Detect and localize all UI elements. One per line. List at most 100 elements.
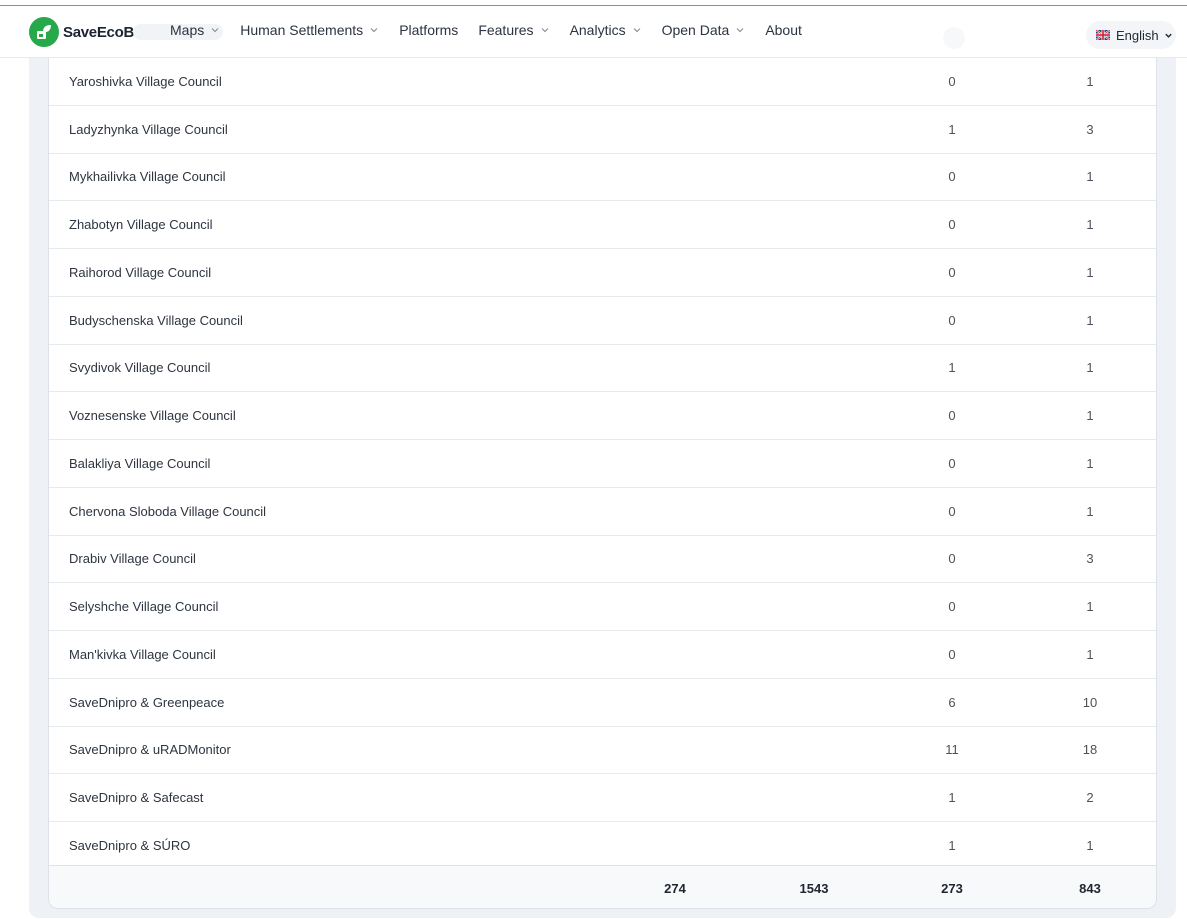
nav-platforms-label: Platforms — [399, 22, 459, 38]
row-col3: 0 — [948, 217, 956, 233]
row-col4: 1 — [1086, 360, 1094, 376]
row-col4: 1 — [1086, 455, 1094, 471]
language-selector[interactable]: English — [1086, 21, 1176, 49]
row-col3: 0 — [948, 503, 956, 519]
total-col1: 274 — [664, 881, 686, 896]
brand-logo[interactable]: SaveEcoBot — [29, 17, 148, 47]
top-navbar: SaveEcoBot Maps Human Settlements Platfo… — [0, 6, 1187, 58]
row-name[interactable]: Budyschenska Village Council — [69, 313, 243, 328]
total-col4: 843 — [1079, 881, 1101, 896]
nav-analytics[interactable]: Analytics — [570, 22, 642, 38]
nav-open-data-label: Open Data — [661, 22, 730, 38]
table-row: Balakliya Village Council 0 1 — [49, 440, 1156, 488]
table-row: SaveDnipro & Greenpeace 6 10 — [49, 679, 1156, 727]
nav-about-label: About — [765, 22, 802, 38]
table-body: Yaroshivka Village Council 0 1 Ladyzhynka V… — [49, 58, 1156, 870]
chevron-down-icon — [370, 28, 378, 33]
row-name[interactable]: SaveDnipro & uRADMonitor — [69, 742, 231, 757]
table-row: SaveDnipro & uRADMonitor 11 18 — [49, 727, 1156, 775]
table-row: Ladyzhynka Village Council 1 3 — [49, 106, 1156, 154]
row-col3: 1 — [948, 790, 956, 806]
table-row: Drabiv Village Council 0 3 — [49, 536, 1156, 584]
row-col3: 0 — [948, 646, 956, 662]
table-row: Svydivok Village Council 1 1 — [49, 345, 1156, 393]
table-row: Chervona Sloboda Village Council 0 1 — [49, 488, 1156, 536]
row-col3: 0 — [948, 169, 956, 185]
row-name[interactable]: Man'kivka Village Council — [69, 647, 216, 662]
table-row: SaveDnipro & SÚRO 1 1 — [49, 822, 1156, 870]
nav-about[interactable]: About — [765, 22, 802, 38]
row-name[interactable]: Raihorod Village Council — [69, 265, 211, 280]
row-col3: 1 — [948, 121, 956, 137]
row-name[interactable]: Drabiv Village Council — [69, 551, 196, 566]
chevron-down-icon — [1164, 33, 1172, 38]
row-col3: 0 — [948, 312, 956, 328]
table-row: Yaroshivka Village Council 0 1 — [49, 58, 1156, 106]
chevron-down-icon — [633, 28, 641, 33]
row-col4: 1 — [1086, 169, 1094, 185]
row-col4: 1 — [1086, 837, 1094, 853]
row-name[interactable]: SaveDnipro & Greenpeace — [69, 695, 224, 710]
faded-circle-button — [943, 27, 965, 49]
row-name[interactable]: Svydivok Village Council — [69, 360, 210, 375]
chevron-down-icon — [211, 28, 219, 33]
row-col4: 1 — [1086, 408, 1094, 424]
table-row: Zhabotyn Village Council 0 1 — [49, 201, 1156, 249]
row-name[interactable]: SaveDnipro & SÚRO — [69, 838, 190, 853]
row-col4: 1 — [1086, 503, 1094, 519]
row-name[interactable]: Mykhailivka Village Council — [69, 169, 226, 184]
table-row: SaveDnipro & Safecast 1 2 — [49, 774, 1156, 822]
total-col3: 273 — [941, 881, 963, 896]
row-col4: 18 — [1082, 742, 1098, 758]
row-col3: 0 — [948, 551, 956, 567]
row-name[interactable]: Yaroshivka Village Council — [69, 74, 222, 89]
uk-flag-icon — [1096, 30, 1110, 40]
row-col3: 0 — [948, 73, 956, 89]
row-col3: 1 — [948, 837, 956, 853]
row-col3: 11 — [945, 742, 959, 758]
row-col4: 1 — [1086, 312, 1094, 328]
row-col4: 1 — [1086, 73, 1094, 89]
nav-open-data[interactable]: Open Data — [662, 22, 746, 38]
row-col3: 1 — [948, 360, 956, 376]
table-row: Voznesenske Village Council 0 1 — [49, 392, 1156, 440]
chevron-down-icon — [541, 28, 548, 33]
row-name[interactable]: SaveDnipro & Safecast — [69, 790, 203, 805]
table-row: Selyshche Village Council 0 1 — [49, 583, 1156, 631]
nav-human-settlements-label: Human Settlements — [240, 22, 364, 38]
row-name[interactable]: Ladyzhynka Village Council — [69, 122, 228, 137]
table-row: Raihorod Village Council 0 1 — [49, 249, 1156, 297]
nav-platforms[interactable]: Platforms — [399, 22, 458, 38]
row-col4: 3 — [1086, 551, 1094, 567]
total-col2: 1543 — [799, 881, 829, 896]
nav-maps[interactable]: Maps — [170, 22, 220, 38]
chevron-down-icon — [736, 28, 744, 33]
row-col4: 3 — [1086, 121, 1094, 137]
table-row: Man'kivka Village Council 0 1 — [49, 631, 1156, 679]
row-col4: 10 — [1082, 694, 1098, 710]
leaf-logo-icon — [29, 17, 59, 47]
main-menu: Maps Human Settlements Platforms Feature… — [170, 22, 822, 38]
row-name[interactable]: Chervona Sloboda Village Council — [69, 504, 266, 519]
row-col4: 1 — [1086, 646, 1094, 662]
row-name[interactable]: Selyshche Village Council — [69, 599, 218, 614]
nav-analytics-label: Analytics — [569, 22, 626, 38]
nav-maps-label: Maps — [170, 22, 205, 38]
row-col3: 0 — [948, 408, 956, 424]
row-col4: 1 — [1086, 217, 1094, 233]
row-col3: 0 — [948, 264, 956, 280]
row-col4: 1 — [1086, 599, 1094, 615]
nav-features[interactable]: Features — [478, 22, 549, 38]
table-footer-totals: 274 1543 273 843 — [49, 865, 1156, 908]
settlements-table: Yaroshivka Village Council 0 1 Ladyzhynka V… — [48, 58, 1157, 909]
nav-human-settlements[interactable]: Human Settlements — [240, 22, 379, 38]
row-col3: 0 — [948, 599, 956, 615]
table-row: Mykhailivka Village Council 0 1 — [49, 154, 1156, 202]
row-name[interactable]: Balakliya Village Council — [69, 456, 210, 471]
row-col4: 1 — [1086, 264, 1094, 280]
table-row: Budyschenska Village Council 0 1 — [49, 297, 1156, 345]
row-name[interactable]: Zhabotyn Village Council — [69, 217, 213, 232]
row-name[interactable]: Voznesenske Village Council — [69, 408, 236, 423]
row-col4: 2 — [1086, 790, 1094, 806]
nav-features-label: Features — [478, 22, 534, 38]
